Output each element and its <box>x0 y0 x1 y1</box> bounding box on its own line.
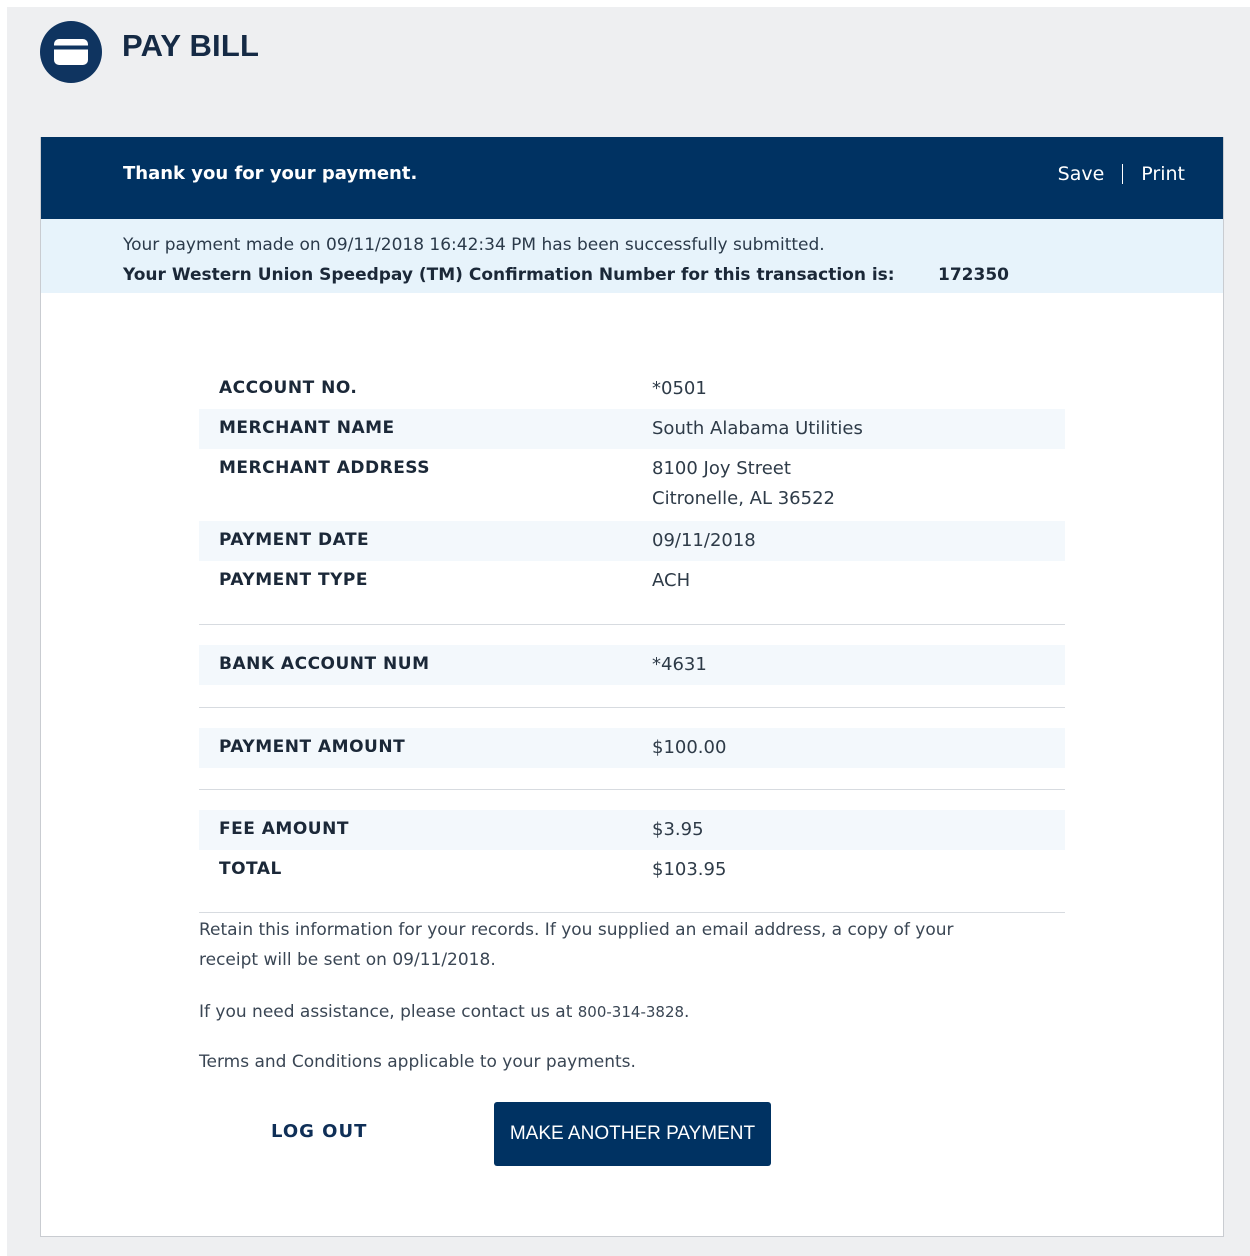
banner-actions: Save Print <box>1058 161 1185 187</box>
assistance-notice: If you need assistance, please contact u… <box>199 997 689 1027</box>
thank-you-message: Thank you for your payment. <box>123 163 418 184</box>
retain-notice: Retain this information for your records… <box>199 915 953 975</box>
merchant-address-value: 8100 Joy Street Citronelle, AL 36522 <box>652 457 835 517</box>
bank-account-label: BANK ACCOUNT NUM <box>219 654 430 674</box>
merchant-address-line1: 8100 Joy Street <box>652 458 791 479</box>
payment-amount-label: PAYMENT AMOUNT <box>219 737 406 757</box>
confirmation-label: Your Western Union Speedpay (TM) Confirm… <box>123 265 895 285</box>
confirmation-number: 172350 <box>938 265 1009 285</box>
submitted-text: Your payment made on 09/11/2018 16:42:34… <box>123 235 825 255</box>
fee-amount-value: $3.95 <box>652 819 704 840</box>
detail-row-merchant-name: MERCHANT NAME South Alabama Utilities <box>199 409 1065 449</box>
merchant-address-label: MERCHANT ADDRESS <box>219 458 431 478</box>
total-label: TOTAL <box>219 859 282 879</box>
detail-row-merchant-address: MERCHANT ADDRESS 8100 Joy Street Citrone… <box>199 449 1065 521</box>
detail-row-fee-amount: FEE AMOUNT $3.95 <box>199 810 1065 850</box>
merchant-name-label: MERCHANT NAME <box>219 418 395 438</box>
section-divider <box>199 789 1065 790</box>
confirmation-banner: Thank you for your payment. Save Print <box>41 137 1223 219</box>
detail-row-bank-account: BANK ACCOUNT NUM *4631 <box>199 645 1065 685</box>
detail-row-payment-amount: PAYMENT AMOUNT $100.00 <box>199 728 1065 768</box>
terms-suffix: applicable to your payments. <box>381 1052 636 1072</box>
assistance-text: If you need assistance, please contact u… <box>199 1002 578 1022</box>
print-link[interactable]: Print <box>1141 161 1185 187</box>
make-another-payment-button[interactable]: MAKE ANOTHER PAYMENT <box>494 1102 771 1166</box>
bank-account-value: *4631 <box>652 654 707 675</box>
terms-notice: Terms and Conditions applicable to your … <box>199 1047 636 1077</box>
account-no-value: *0501 <box>652 378 707 399</box>
confirmation-card: Thank you for your payment. Save Print Y… <box>40 137 1224 1237</box>
confirmation-line: Your Western Union Speedpay (TM) Confirm… <box>123 263 1009 287</box>
merchant-name-value: South Alabama Utilities <box>652 418 863 439</box>
submission-notice: Your payment made on 09/11/2018 16:42:34… <box>41 219 1223 293</box>
assistance-suffix: . <box>684 1002 690 1022</box>
assistance-phone: 800-314-3828 <box>577 1003 685 1021</box>
page-title: PAY BILL <box>122 28 260 63</box>
detail-row-payment-type: PAYMENT TYPE ACH <box>199 561 1065 601</box>
detail-row-payment-date: PAYMENT DATE 09/11/2018 <box>199 521 1065 561</box>
section-divider <box>199 912 1065 913</box>
detail-row-total: TOTAL $103.95 <box>199 850 1065 892</box>
account-no-label: ACCOUNT NO. <box>219 378 358 398</box>
payment-date-label: PAYMENT DATE <box>219 530 370 550</box>
section-divider <box>199 624 1065 625</box>
credit-card-icon <box>40 21 102 83</box>
fee-amount-label: FEE AMOUNT <box>219 819 349 839</box>
logout-button[interactable]: LOG OUT <box>271 1119 367 1145</box>
payment-type-label: PAYMENT TYPE <box>219 570 368 590</box>
section-divider <box>199 707 1065 708</box>
detail-row-account-no: ACCOUNT NO. *0501 <box>199 369 1065 409</box>
payment-amount-value: $100.00 <box>652 737 727 758</box>
retain-line1: Retain this information for your records… <box>199 920 954 940</box>
save-link[interactable]: Save <box>1058 161 1105 187</box>
merchant-address-line2: Citronelle, AL 36522 <box>652 488 835 509</box>
payment-type-value: ACH <box>652 570 691 591</box>
terms-and-conditions-link[interactable]: Terms and Conditions <box>199 1052 382 1072</box>
payment-date-value: 09/11/2018 <box>652 530 756 551</box>
retain-line2: receipt will be sent on 09/11/2018. <box>199 950 496 970</box>
action-divider <box>1122 164 1124 184</box>
total-value: $103.95 <box>652 859 727 880</box>
